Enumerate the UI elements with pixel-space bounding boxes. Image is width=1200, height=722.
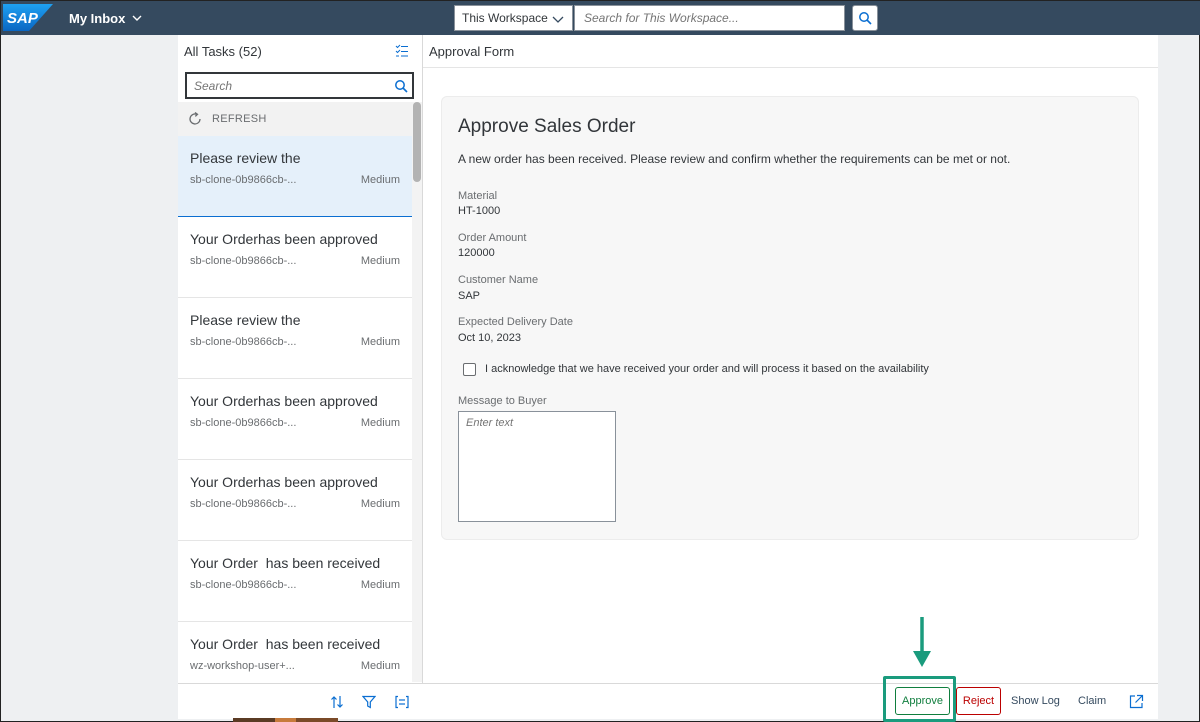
task-list-footer <box>178 683 423 719</box>
chevron-down-icon <box>552 16 564 23</box>
task-priority: Medium <box>360 579 400 591</box>
reject-button[interactable]: Reject <box>956 687 1001 715</box>
workspace-search-button[interactable] <box>852 5 878 31</box>
task-priority: Medium <box>360 336 400 348</box>
claim-button[interactable]: Claim <box>1078 687 1106 715</box>
task-list-item[interactable]: Please review the sb-clone-0b9866cb-... Me… <box>178 136 412 217</box>
task-subtitle: sb-clone-0b9866cb-... <box>190 336 297 348</box>
share-icon[interactable] <box>1129 694 1144 709</box>
detail-title: Approval Form <box>429 43 515 59</box>
shell-bar: SAP My Inbox This Workspace <box>1 1 1200 35</box>
logo-text: SAP <box>7 10 39 27</box>
task-title: Please review the <box>190 312 301 328</box>
field-value-customer-name: SAP <box>458 290 481 302</box>
task-priority: Medium <box>360 417 400 429</box>
field-value-order-amount: 120000 <box>458 247 495 259</box>
field-label-material: Material <box>458 190 498 202</box>
show-log-button[interactable]: Show Log <box>1011 687 1060 715</box>
task-priority: Medium <box>360 255 400 267</box>
task-list-item[interactable]: Please review the sb-clone-0b9866cb-... Me… <box>178 298 412 379</box>
task-list-title: All Tasks (52) <box>184 44 262 59</box>
workspace-select[interactable]: This Workspace <box>454 5 573 31</box>
message-to-buyer-textarea[interactable] <box>458 411 616 522</box>
approval-form: Approve Sales Order A new order has been… <box>441 96 1139 540</box>
task-list-panel: All Tasks (52) REFRESH Please review the… <box>178 35 423 719</box>
acknowledge-label[interactable]: I acknowledge that we have received your… <box>485 363 929 375</box>
form-description: A new order has been received. Please re… <box>458 152 1011 166</box>
chevron-down-icon <box>132 15 142 21</box>
task-subtitle: sb-clone-0b9866cb-... <box>190 174 297 186</box>
field-label-delivery-date: Expected Delivery Date <box>458 316 573 328</box>
task-list-scrollbar[interactable] <box>412 102 422 682</box>
task-search-input[interactable] <box>185 72 414 99</box>
field-value-delivery-date: Oct 10, 2023 <box>458 332 521 344</box>
message-label: Message to Buyer <box>458 395 547 407</box>
search-icon <box>859 12 872 25</box>
sort-icon[interactable] <box>330 695 344 709</box>
refresh-icon <box>189 112 201 125</box>
app-title-menu[interactable]: My Inbox <box>69 1 143 35</box>
field-label-customer-name: Customer Name <box>458 274 539 286</box>
acknowledge-checkbox[interactable] <box>463 363 476 376</box>
detail-footer-toolbar: Approve Reject Show Log Claim <box>423 676 1158 722</box>
field-value-material: HT-1000 <box>458 205 501 217</box>
task-priority: Medium <box>360 174 400 186</box>
detail-header: Approval Form <box>423 35 1158 68</box>
taskbar-strip <box>233 718 338 722</box>
task-title: Your Orderhas been approved <box>190 231 378 247</box>
task-title: Your Order has been received <box>190 636 381 652</box>
task-title: Your Order has been received <box>190 555 381 571</box>
refresh-button[interactable]: REFRESH <box>178 102 413 136</box>
field-label-order-amount: Order Amount <box>458 232 527 244</box>
scrollbar-thumb[interactable] <box>413 102 421 182</box>
workspace-select-value: This Workspace <box>462 11 548 25</box>
task-title: Please review the <box>190 150 301 166</box>
arrow-down-icon <box>913 617 931 667</box>
workspace-search-input[interactable] <box>574 5 845 31</box>
task-list-header: All Tasks (52) <box>178 35 423 68</box>
refresh-label: REFRESH <box>212 113 267 125</box>
sap-logo[interactable]: SAP <box>3 4 53 31</box>
group-icon[interactable] <box>395 695 409 709</box>
task-title: Your Orderhas been approved <box>190 474 378 490</box>
task-priority: Medium <box>360 660 400 672</box>
search-icon[interactable] <box>394 79 408 93</box>
app-title: My Inbox <box>69 10 126 26</box>
filter-icon[interactable] <box>362 695 376 709</box>
task-title: Your Orderhas been approved <box>190 393 378 409</box>
task-subtitle: sb-clone-0b9866cb-... <box>190 579 297 591</box>
task-subtitle: sb-clone-0b9866cb-... <box>190 498 297 510</box>
task-list-item[interactable]: Your Orderhas been approved sb-clone-0b98… <box>178 379 412 460</box>
task-list-item[interactable]: Your Order has been received sb-clone-0b9… <box>178 541 412 622</box>
approve-button[interactable]: Approve <box>895 687 950 715</box>
list-settings-icon[interactable] <box>395 44 409 58</box>
task-subtitle: sb-clone-0b9866cb-... <box>190 417 297 429</box>
task-list-item[interactable]: Your Orderhas been approved sb-clone-0b98… <box>178 460 412 541</box>
task-subtitle: sb-clone-0b9866cb-... <box>190 255 297 267</box>
detail-panel: Approval Form Approve Sales Order A new … <box>423 35 1158 722</box>
task-subtitle: wz-workshop-user+... <box>190 660 295 672</box>
task-list: Please review the sb-clone-0b9866cb-... Me… <box>178 136 412 703</box>
task-list-item[interactable]: Your Orderhas been approved sb-clone-0b98… <box>178 217 412 298</box>
form-title: Approve Sales Order <box>458 116 636 137</box>
task-priority: Medium <box>360 498 400 510</box>
